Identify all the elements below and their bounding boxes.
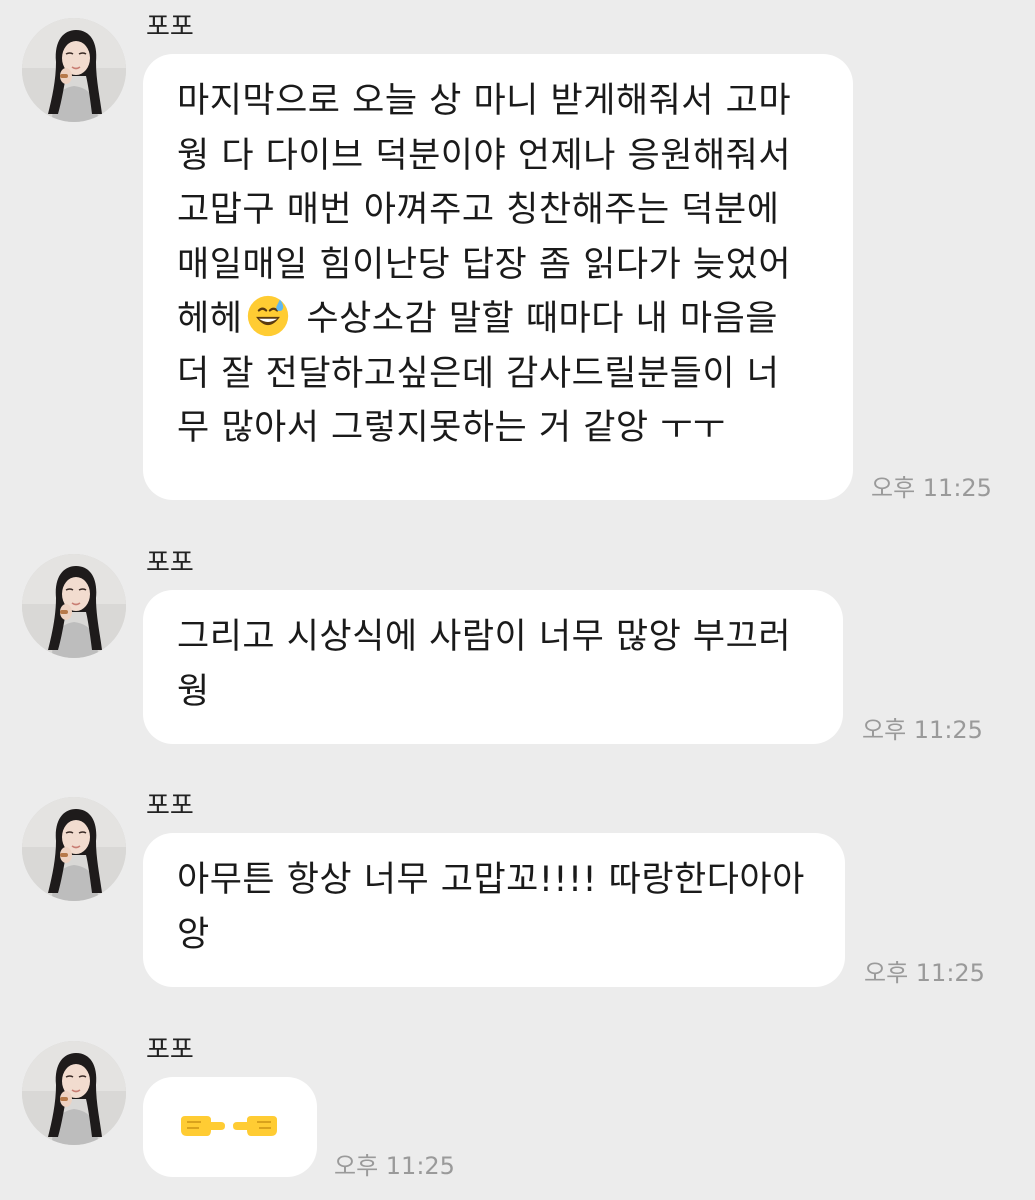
message-bubble[interactable]: 그리고 시상식에 사람이 너무 많앙 부끄러 웡 (143, 590, 843, 744)
avatar[interactable] (22, 1041, 126, 1145)
message-line: 웡 (177, 671, 210, 712)
message-line: 그리고 시상식에 사람이 너무 많앙 부끄러 (177, 617, 792, 657)
message-time: 오후 11:25 (334, 1152, 455, 1180)
message-line: 고맙구 매번 아껴주고 칭찬해주는 덕분에 (177, 190, 780, 230)
message-time: 오후 11:25 (864, 959, 985, 987)
message-bubble[interactable]: 아무튼 항상 너무 고맙꼬!!!! 따랑한다아아 앙 (143, 833, 845, 987)
avatar[interactable] (22, 797, 126, 901)
emoji-row (177, 1099, 289, 1153)
backhand-index-pointing-left-emoji (233, 1110, 281, 1142)
message-time: 오후 11:25 (862, 716, 983, 744)
sender-name: 포포 (146, 791, 194, 821)
message-time: 오후 11:25 (871, 474, 992, 502)
message-line: 헤헤 수상소감 말할 때마다 내 마음을 (177, 292, 823, 347)
backhand-index-pointing-right-emoji (177, 1110, 225, 1142)
message-bubble[interactable] (143, 1077, 317, 1177)
message-text: 수상소감 말할 때마다 내 마음을 (306, 299, 779, 339)
message-line: 웡 다 다이브 덕분이야 언제나 응원해줘서 (177, 135, 792, 176)
sender-name: 포포 (146, 1035, 194, 1065)
message-line: 마지막으로 오늘 상 마니 받게해줘서 고마 (177, 81, 792, 121)
message-line: 무 많아서 그렇지못하는 거 같앙 ㅜㅜ (177, 408, 726, 448)
sender-name: 포포 (146, 548, 194, 578)
message-line: 더 잘 전달하고싶은데 감사드릴분들이 너 (177, 353, 780, 394)
avatar[interactable] (22, 554, 126, 658)
message-bubble[interactable]: 마지막으로 오늘 상 마니 받게해줘서 고마 웡 다 다이브 덕분이야 언제나 … (143, 54, 853, 500)
message-line: 매일매일 힘이난당 답장 좀 읽다가 늦었어 (177, 244, 792, 285)
message-line: 앙 (177, 914, 210, 955)
message-text: 헤헤 (177, 299, 243, 339)
message-line: 아무튼 항상 너무 고맙꼬!!!! 따랑한다아아 (177, 860, 805, 900)
avatar[interactable] (22, 18, 126, 122)
sender-name: 포포 (146, 12, 194, 42)
grinning-face-with-sweat-emoji (246, 294, 290, 338)
